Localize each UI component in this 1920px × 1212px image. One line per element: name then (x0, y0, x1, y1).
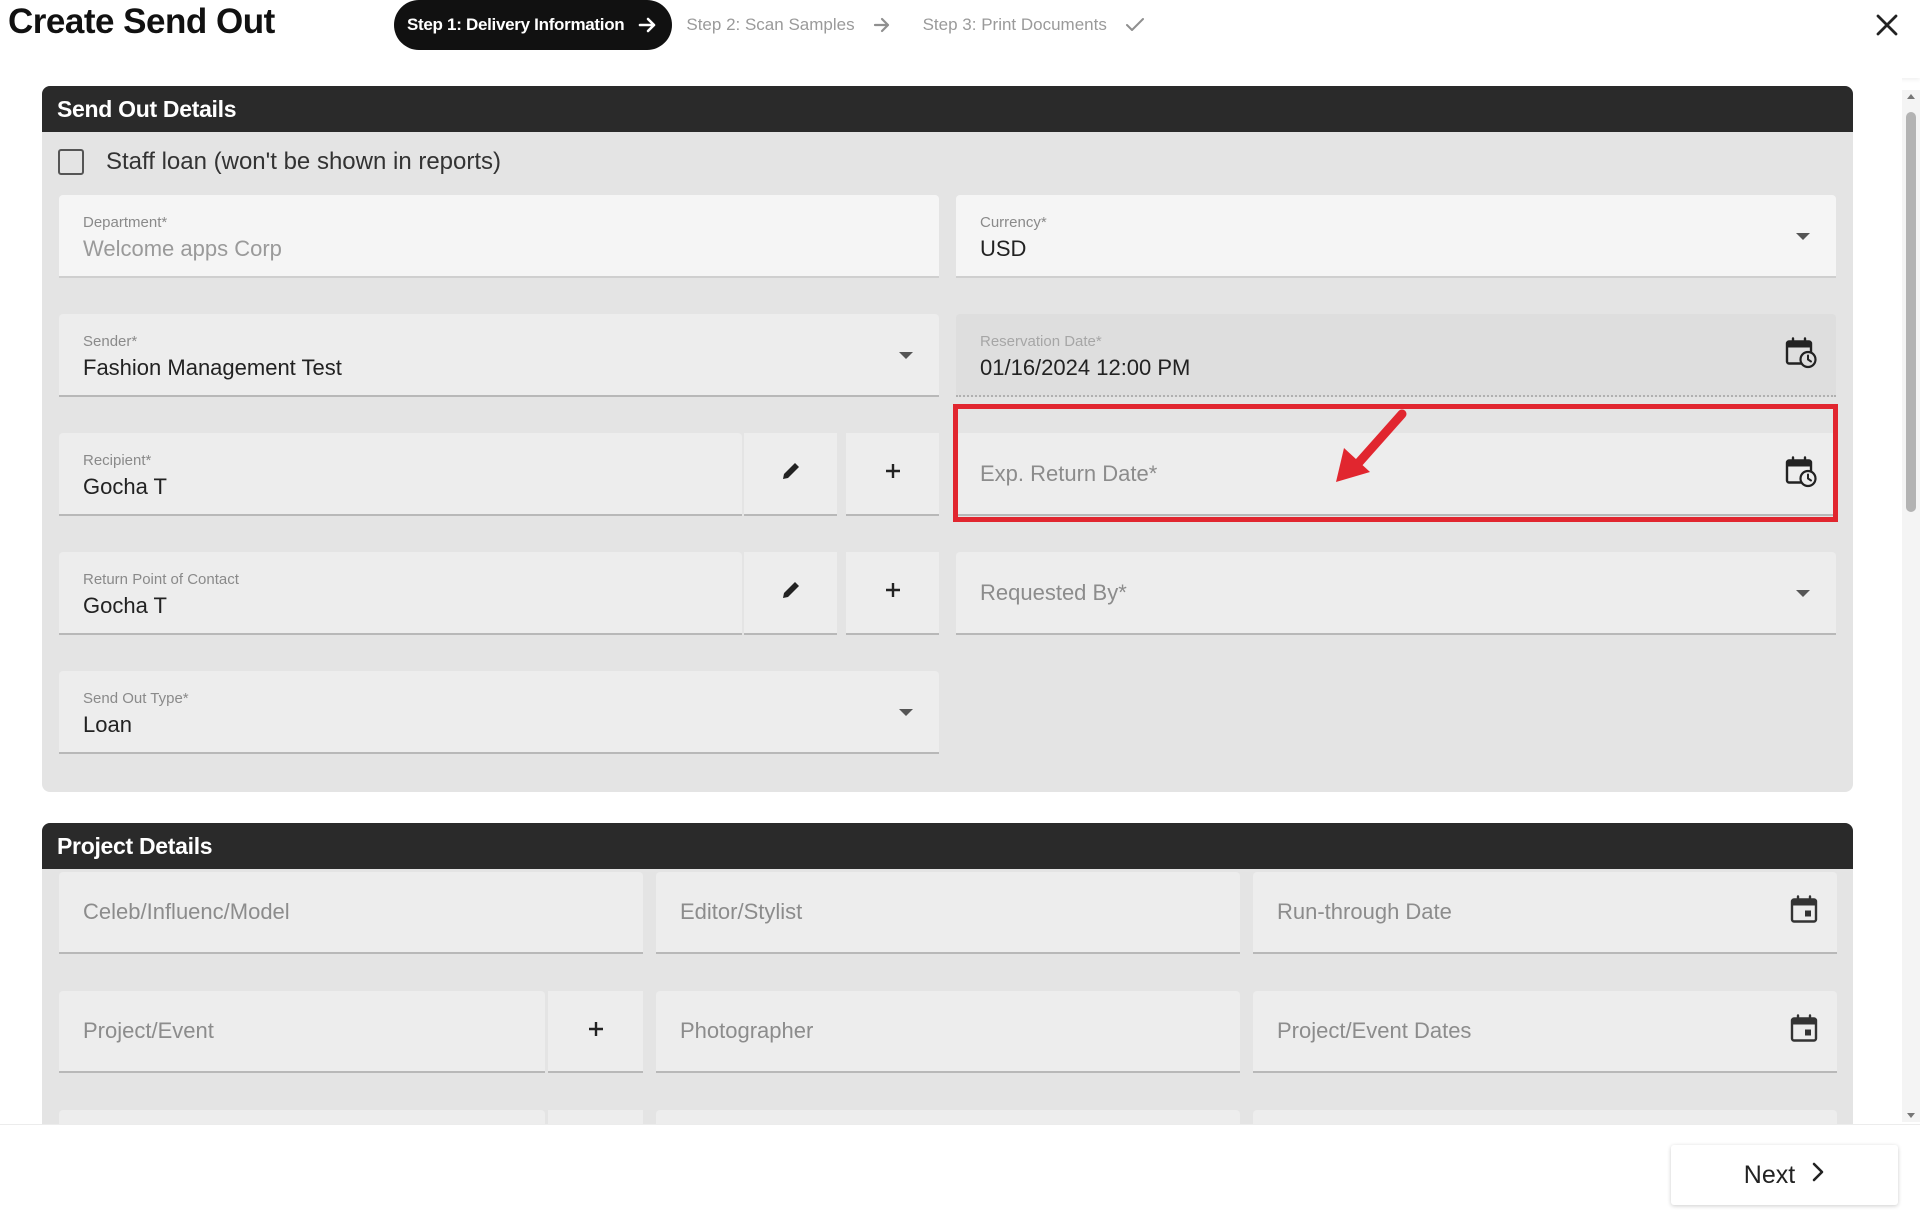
step-3-label: Step 3: Print Documents (922, 15, 1107, 34)
calendar-clock-icon[interactable] (1784, 335, 1818, 374)
page-title: Create Send Out (8, 2, 275, 41)
sender-label: Sender* (83, 333, 138, 350)
run-through-date-field[interactable]: Run-through Date (1253, 872, 1837, 954)
plus-icon (587, 1020, 605, 1043)
currency-select[interactable]: Currency* USD (956, 195, 1836, 278)
staff-loan-label: Staff loan (won't be shown in reports) (106, 148, 502, 175)
next-row-field[interactable] (656, 1110, 1240, 1124)
department-field[interactable]: Department* Welcome apps Corp (59, 195, 939, 278)
project-event-dates-field[interactable]: Project/Event Dates (1253, 991, 1837, 1073)
stepper: Step 1: Delivery Information Step 2: Sca… (394, 0, 1145, 50)
exp-return-date-placeholder: Exp. Return Date* (980, 460, 1158, 486)
dialog-footer: Next (0, 1124, 1920, 1212)
chevron-down-icon (1796, 232, 1810, 240)
close-icon (1875, 13, 1899, 42)
project-event-field[interactable]: Project/Event (59, 991, 545, 1073)
send-out-details-panel: Send Out Details Staff loan (won't be sh… (42, 86, 1853, 792)
project-details-panel: Project Details Celeb/Influenc/Model Edi… (42, 823, 1853, 1124)
photographer-placeholder: Photographer (680, 1018, 814, 1043)
scrollbar-thumb[interactable] (1906, 112, 1916, 512)
sender-value: Fashion Management Test (83, 355, 342, 380)
check-icon (1125, 17, 1145, 33)
edit-recipient-button[interactable] (744, 433, 837, 516)
recipient-field[interactable]: Recipient* Gocha T (59, 433, 742, 516)
calendar-icon[interactable] (1789, 895, 1819, 930)
next-button[interactable]: Next (1671, 1145, 1898, 1205)
step-3-print-documents[interactable]: Step 3: Print Documents (923, 15, 1145, 35)
arrow-right-icon (638, 16, 658, 34)
edit-return-contact-button[interactable] (744, 552, 837, 635)
next-button-label: Next (1743, 1160, 1796, 1189)
staff-loan-checkbox[interactable] (58, 149, 84, 175)
photographer-field[interactable]: Photographer (656, 991, 1240, 1073)
step-2-scan-samples[interactable]: Step 2: Scan Samples (686, 15, 890, 35)
recipient-value: Gocha T (83, 474, 167, 499)
chevron-down-icon (899, 351, 913, 359)
editor-stylist-field[interactable]: Editor/Stylist (656, 872, 1240, 954)
add-return-contact-button[interactable] (846, 552, 939, 635)
add-recipient-button[interactable] (846, 433, 939, 516)
staff-loan-checkbox-row[interactable]: Staff loan (won't be shown in reports) (58, 148, 501, 176)
scroll-up-icon[interactable] (1907, 94, 1915, 99)
currency-value: USD (980, 236, 1027, 261)
reservation-date-value: 01/16/2024 12:00 PM (980, 355, 1191, 380)
currency-label: Currency* (980, 214, 1047, 231)
plus-icon (884, 462, 902, 485)
requested-by-placeholder: Requested By* (980, 579, 1127, 605)
arrow-right-icon (873, 17, 891, 33)
annotation-arrow-icon (1330, 408, 1410, 495)
editor-stylist-placeholder: Editor/Stylist (680, 899, 803, 924)
scroll-down-icon[interactable] (1907, 1113, 1915, 1118)
reservation-date-label: Reservation Date* (980, 333, 1102, 350)
step-1-label: Step 1: Delivery Information (407, 15, 625, 34)
recipient-label: Recipient* (83, 452, 152, 469)
department-value: Welcome apps Corp (83, 236, 282, 261)
reservation-date-field[interactable]: Reservation Date* 01/16/2024 12:00 PM (956, 314, 1836, 397)
step-1-delivery-information[interactable]: Step 1: Delivery Information (394, 0, 673, 50)
next-row-button[interactable] (548, 1110, 643, 1124)
project-details-title: Project Details (42, 823, 1853, 869)
run-through-date-placeholder: Run-through Date (1277, 899, 1452, 924)
celeb-field[interactable]: Celeb/Influenc/Model (59, 872, 643, 954)
sender-select[interactable]: Sender* Fashion Management Test (59, 314, 939, 397)
requested-by-select[interactable]: Requested By* (956, 552, 1836, 635)
project-event-placeholder: Project/Event (83, 1018, 214, 1043)
plus-icon (884, 581, 902, 604)
dialog-header: Create Send Out Step 1: Delivery Informa… (0, 0, 1920, 78)
add-project-event-button[interactable] (548, 991, 643, 1073)
pencil-icon (780, 579, 802, 606)
next-row-field[interactable] (1253, 1110, 1837, 1124)
project-event-dates-placeholder: Project/Event Dates (1277, 1018, 1472, 1043)
chevron-down-icon (899, 708, 913, 716)
vertical-scrollbar[interactable] (1902, 90, 1920, 1122)
return-point-of-contact-label: Return Point of Contact (83, 571, 239, 588)
send-out-type-value: Loan (83, 712, 132, 737)
return-point-of-contact-field[interactable]: Return Point of Contact Gocha T (59, 552, 742, 635)
department-label: Department* (83, 214, 168, 231)
next-row-field[interactable] (59, 1110, 545, 1124)
chevron-right-icon (1811, 1161, 1825, 1190)
calendar-icon[interactable] (1789, 1014, 1819, 1049)
return-point-of-contact-value: Gocha T (83, 593, 167, 618)
send-out-type-label: Send Out Type* (83, 690, 189, 707)
send-out-type-select[interactable]: Send Out Type* Loan (59, 671, 939, 754)
celeb-placeholder: Celeb/Influenc/Model (83, 899, 290, 924)
chevron-down-icon (1796, 589, 1810, 597)
dialog-content: Send Out Details Staff loan (won't be sh… (0, 78, 1902, 1124)
send-out-details-title: Send Out Details (42, 86, 1853, 132)
calendar-clock-icon[interactable] (1784, 454, 1818, 493)
step-2-label: Step 2: Scan Samples (686, 15, 855, 34)
pencil-icon (780, 460, 802, 487)
close-button[interactable] (1872, 12, 1902, 42)
